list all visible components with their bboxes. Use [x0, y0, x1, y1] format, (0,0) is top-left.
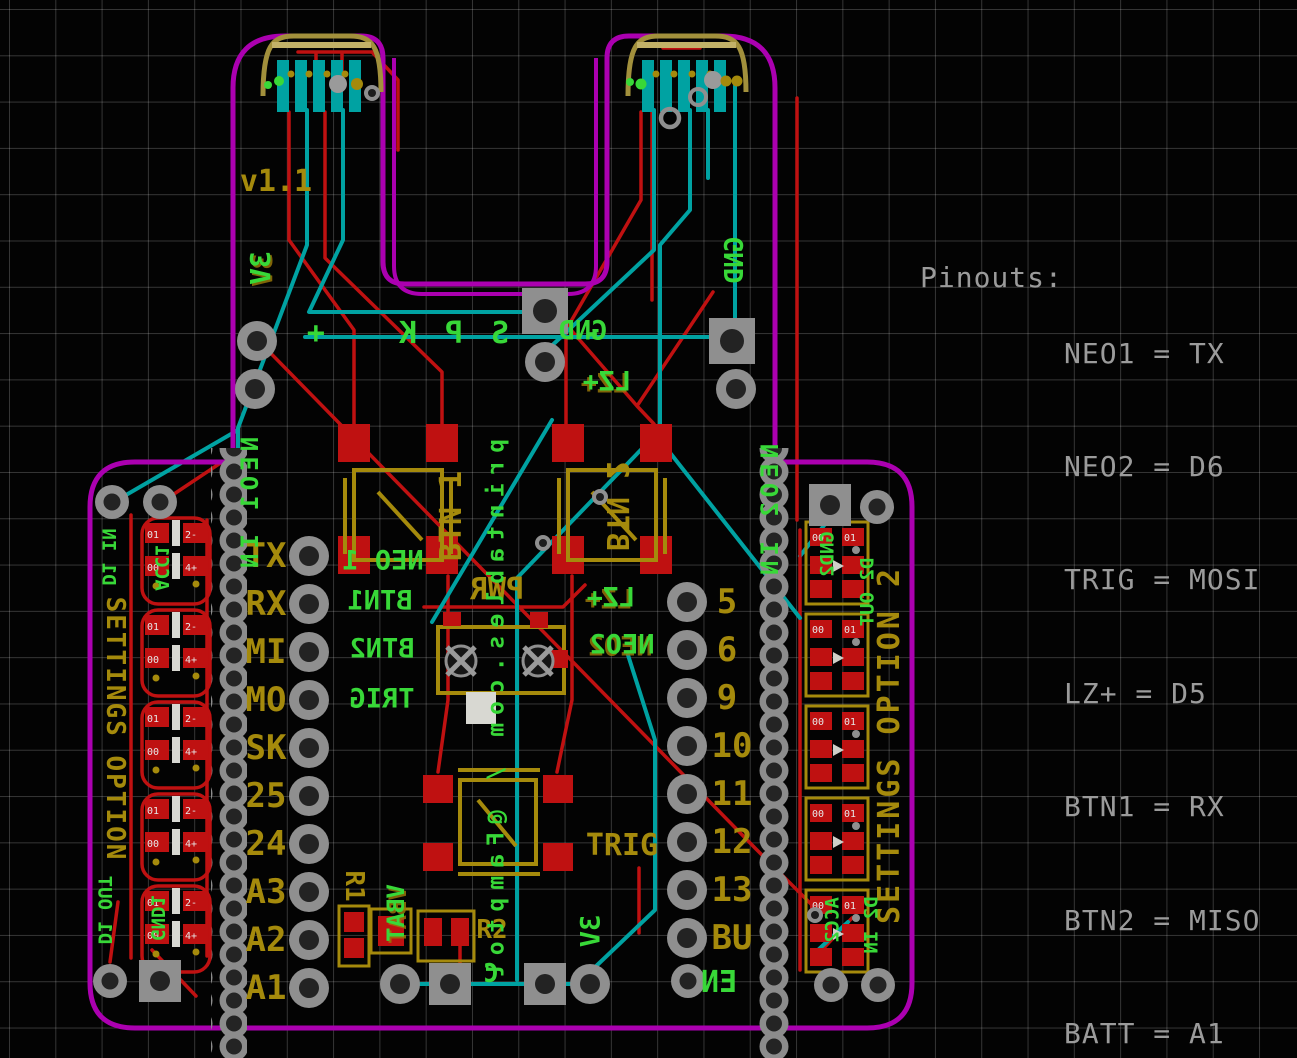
silk-label-btn2-net: BTN2 [349, 636, 414, 663]
pin-label-mi: MI [246, 635, 287, 669]
usb-connector-left [263, 36, 381, 112]
silk-label-lz-top: LZ+ [583, 369, 632, 396]
silk-label-d1-out: D1 OUT [95, 876, 114, 945]
pinouts-list: NEO1 = TX NEO2 = D6 TRIG = MOSI LZ+ = D5… [1064, 259, 1260, 1058]
silk-label-btn1-ref: BTN 1 [437, 471, 467, 561]
silk-label-3v-top: 3V [247, 251, 275, 285]
silk-label-settings-right: SETTINGS OPTION 2 [875, 566, 905, 924]
pinout-row: LZ+ = D5 [1064, 675, 1260, 713]
silk-label-lz-mid: LZ+ [587, 585, 636, 612]
pinout-row: BTN2 = MISO [1064, 902, 1260, 940]
silk-label-btn1-net: BTN1 [347, 588, 412, 615]
pin-label-mo: MO [246, 683, 287, 717]
silk-label-d1-in: D1 IN [99, 528, 118, 585]
footprint-r2 [418, 911, 474, 961]
pinout-row: BATT = A1 [1064, 1015, 1260, 1053]
pin-label-25: 25 [246, 779, 287, 813]
silk-label-r1: R1 [341, 870, 367, 901]
pin-label-5: 5 [717, 585, 737, 619]
silk-label-d2-in: D2 IN [863, 896, 882, 953]
silk-label-spk: - SPK + [279, 319, 601, 349]
silk-label-acc2: ACC2 [824, 897, 843, 943]
silk-label-gnd2: GND2 [819, 531, 838, 577]
silk-label-acc1: ACC1 [152, 545, 171, 591]
pin-label-24: 24 [246, 827, 287, 861]
silk-label-neo-1: NEO 1 [342, 548, 423, 575]
silk-label-3v-bottom: 3V [578, 915, 605, 948]
pinout-row: NEO2 = D6 [1064, 448, 1260, 486]
silk-label-gnd-right: GND [722, 237, 748, 284]
pin-label-bu: BU [712, 921, 753, 955]
silk-label-credit: printables.com / @Famptol [486, 439, 509, 985]
silk-label-settings-left: SETTINGS OPTION [102, 597, 128, 862]
pcb-canvas[interactable]: 01 2- 00 4+ 00 01 [0, 0, 1297, 1058]
footprint-r1 [339, 906, 369, 966]
pin-label-a1: A1 [246, 971, 287, 1005]
silk-label-gnd1: GND1 [148, 895, 167, 941]
pin-label-11: 11 [712, 777, 753, 811]
silk-label-d2-out: D2 OUT [859, 558, 878, 627]
pinout-row: TRIG = MOSI [1064, 561, 1260, 599]
pinout-row: BTN1 = RX [1064, 788, 1260, 826]
notch-inner-edge [394, 58, 596, 294]
pin-label-a3: A3 [246, 875, 287, 909]
silk-label-trig-net: TRIG [349, 686, 414, 713]
silk-label-neo1-in: NEO1 IN [238, 437, 262, 573]
pin-label-9: 9 [717, 681, 737, 715]
pin-label-sk: SK [246, 731, 287, 765]
pinouts-heading: Pinouts: [920, 259, 1063, 297]
pin-label-10: 10 [712, 729, 753, 763]
silk-version: v1.1 [240, 167, 312, 197]
silk-label-gnd-top: GND [559, 318, 608, 345]
pinout-row: NEO1 = TX [1064, 335, 1260, 373]
silk-label-btn2-ref: BTN 2 [601, 461, 631, 551]
silk-label-trig: TRIG [586, 831, 658, 861]
silk-label-c-mark: C [483, 961, 499, 987]
pin-label-a2: A2 [246, 923, 287, 957]
pin-label-13: 13 [712, 873, 753, 907]
silk-label-neo2-in: NEO2 IN [758, 444, 782, 580]
pin-label-rx: RX [246, 587, 287, 621]
pin-label-12: 12 [712, 825, 753, 859]
silk-label-en: EN [701, 968, 737, 998]
silk-label-neo2: NEO2 [589, 632, 654, 659]
pin-label-6: 6 [717, 633, 737, 667]
silk-label-vbat: VBAT [384, 884, 408, 942]
